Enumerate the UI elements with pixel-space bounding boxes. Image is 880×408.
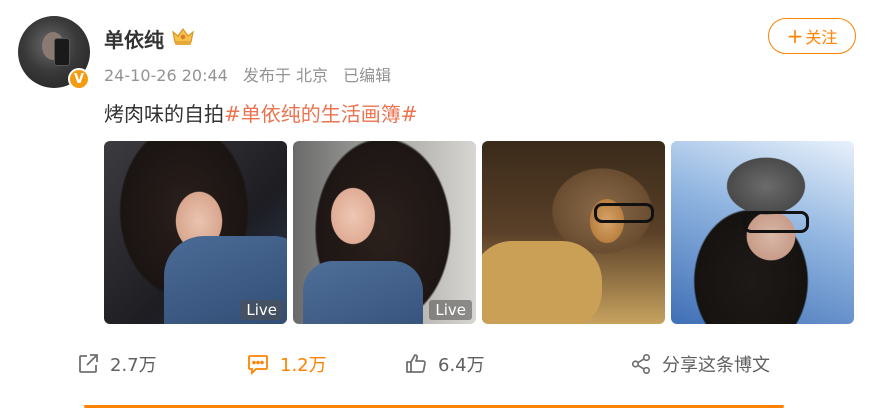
post-location: 发布于 北京 <box>242 66 329 85</box>
photo-4[interactable] <box>671 141 854 324</box>
photo-2[interactable]: Live <box>293 141 476 324</box>
share-label: 分享这条博文 <box>662 355 770 376</box>
repost-icon <box>79 354 98 373</box>
follow-button[interactable]: + 关注 <box>768 18 856 54</box>
repost-button[interactable]: 2.7万 <box>76 344 157 384</box>
photo-1[interactable]: Live <box>104 141 287 324</box>
comment-icon <box>248 355 268 376</box>
photo-3[interactable] <box>482 141 665 324</box>
avatar-phone <box>54 38 70 66</box>
comment-button[interactable]: 1.2万 <box>246 344 327 384</box>
live-badge: Live <box>429 300 472 320</box>
photo-2-jacket <box>303 261 423 324</box>
post-datetime[interactable]: 24-10-26 20:44 <box>104 66 228 85</box>
action-bar: 2.7万 1.2万 6.4万 分享这条博文 <box>0 344 880 384</box>
photo-3-blanket <box>482 241 602 324</box>
like-count: 6.4万 <box>438 355 485 376</box>
verified-badge-icon: V <box>68 68 90 90</box>
post-text: 烤肉味的自拍#单依纯的生活画簿# <box>104 98 418 127</box>
plus-icon: + <box>786 24 804 48</box>
repost-count: 2.7万 <box>110 355 157 376</box>
follow-label: 关注 <box>805 28 838 47</box>
weibo-post: V 单依纯 24-10-26 20:44 发布于 北京 已编辑 + 关注 烤肉味… <box>0 0 880 408</box>
photo-4-glasses <box>743 211 809 233</box>
post-body: 烤肉味的自拍 <box>104 102 224 126</box>
author-name[interactable]: 单依纯 <box>104 24 164 53</box>
post-meta: 24-10-26 20:44 发布于 北京 已编辑 <box>104 62 401 86</box>
share-icon <box>631 354 651 374</box>
comment-count: 1.2万 <box>280 355 327 376</box>
like-button[interactable]: 6.4万 <box>404 344 485 384</box>
photo-3-glasses <box>594 203 654 223</box>
post-edited[interactable]: 已编辑 <box>343 66 391 85</box>
live-badge: Live <box>240 300 283 320</box>
vip-crown-icon[interactable] <box>170 25 196 47</box>
thumbs-up-icon <box>406 354 426 373</box>
hashtag-link[interactable]: #单依纯的生活画簿# <box>224 102 418 126</box>
share-button[interactable]: 分享这条博文 <box>630 344 770 384</box>
